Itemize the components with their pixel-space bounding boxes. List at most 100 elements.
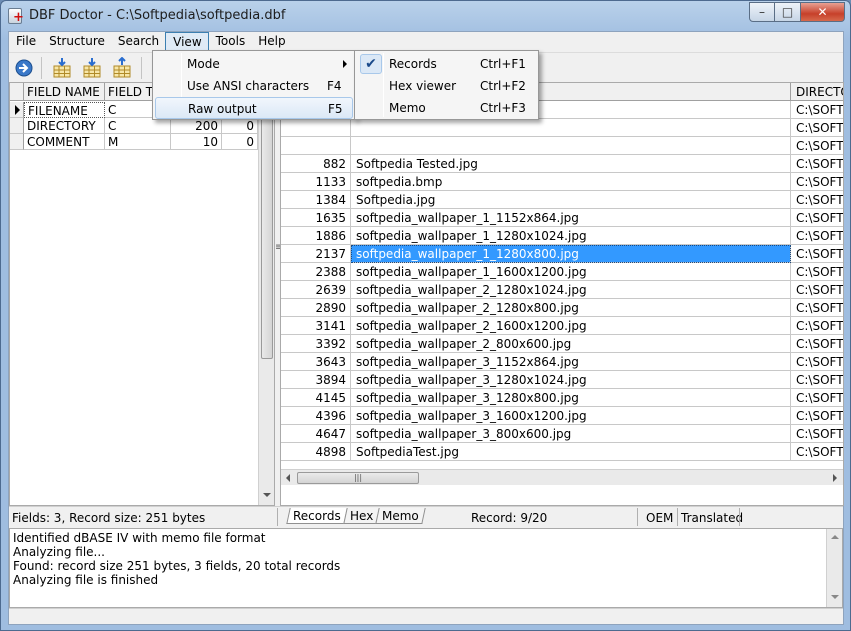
menu-tools[interactable]: Tools (209, 32, 252, 52)
close-button[interactable]: ✕ (801, 2, 845, 22)
cell-record-id[interactable]: 1133 (281, 173, 351, 191)
title-bar[interactable]: DBF Doctor - C:\Softpedia\softpedia.dbf … (1, 1, 850, 31)
cell-record-id[interactable]: 2639 (281, 281, 351, 299)
cell-filename[interactable]: softpedia_wallpaper_3_1280x800.jpg (351, 389, 791, 407)
cell-filename[interactable] (351, 137, 791, 155)
scroll-left-arrow-icon[interactable] (286, 474, 290, 482)
menu-item-raw-output[interactable]: Raw output F5 (155, 97, 353, 119)
log-vertical-scrollbar[interactable] (826, 529, 842, 607)
menu-help[interactable]: Help (251, 32, 291, 52)
cell-field-name[interactable]: FILENAME (24, 102, 105, 118)
cell-filename[interactable]: softpedia.bmp (351, 173, 791, 191)
menu-search[interactable]: Search (111, 32, 165, 52)
records-grid[interactable]: DIRECTO C:\SOFTPC:\SOFTPC:\SOFTP882Softp… (280, 82, 844, 506)
tab-memo[interactable]: Memo (375, 508, 426, 524)
cell-record-id[interactable]: 1635 (281, 209, 351, 227)
cell-filename[interactable]: Softpedia.jpg (351, 191, 791, 209)
cell-filename[interactable] (351, 119, 791, 137)
records-horizontal-scrollbar[interactable]: ||| (281, 469, 843, 485)
cell-field-name[interactable]: COMMENT (24, 134, 105, 150)
cell-record-id[interactable]: 1886 (281, 227, 351, 245)
cell-directory[interactable]: C:\SOFTP (791, 119, 843, 137)
scroll-down-arrow-icon[interactable] (263, 493, 271, 497)
menu-item-mode[interactable]: Mode (155, 53, 353, 75)
scroll-thumb-grip[interactable]: ||| (297, 472, 419, 484)
cell-directory[interactable]: C:\SOFTP (791, 443, 843, 461)
cell-filename[interactable]: softpedia_wallpaper_1_1600x1200.jpg (351, 263, 791, 281)
table-row[interactable]: DIRECTORY C 200 0 (10, 118, 258, 134)
cell-record-id[interactable] (281, 119, 351, 137)
cell-directory[interactable]: C:\SOFTP (791, 425, 843, 443)
cell-record-id[interactable]: 4647 (281, 425, 351, 443)
cell-filename[interactable]: softpedia_wallpaper_1_1152x864.jpg (351, 209, 791, 227)
cell-record-id[interactable]: 2388 (281, 263, 351, 281)
cell-directory[interactable]: C:\SOFTP (791, 371, 843, 389)
log-panel[interactable]: Identified dBASE IV with memo file forma… (9, 528, 843, 608)
cell-directory[interactable]: C:\SOFTP (791, 245, 843, 263)
scroll-down-arrow-icon[interactable] (831, 595, 839, 599)
cell-record-id[interactable]: 3392 (281, 335, 351, 353)
cell-filename[interactable]: softpedia_wallpaper_2_1600x1200.jpg (351, 317, 791, 335)
cell-filename[interactable]: softpedia_wallpaper_3_1280x1024.jpg (351, 371, 791, 389)
cell-filename[interactable]: softpedia_wallpaper_2_800x600.jpg (351, 335, 791, 353)
fields-vertical-scrollbar[interactable] (258, 83, 274, 505)
cell-filename[interactable]: softpedia_wallpaper_3_800x600.jpg (351, 425, 791, 443)
cell-record-id[interactable]: 2137 (281, 245, 351, 263)
minimize-button[interactable]: – (749, 2, 775, 22)
cell-directory[interactable]: C:\SOFTP (791, 155, 843, 173)
scroll-right-arrow-icon[interactable] (833, 474, 837, 482)
scroll-up-arrow-icon[interactable] (831, 535, 839, 539)
cell-directory[interactable]: C:\SOFTP (791, 389, 843, 407)
cell-directory[interactable]: C:\SOFTP (791, 263, 843, 281)
cell-record-id[interactable]: 2890 (281, 299, 351, 317)
cell-directory[interactable]: C:\SOFTP (791, 353, 843, 371)
cell-directory[interactable]: C:\SOFTP (791, 227, 843, 245)
cell-directory[interactable]: C:\SOFTP (791, 101, 843, 119)
cell-field-length[interactable]: 10 (171, 134, 222, 150)
cell-filename[interactable]: SoftpediaTest.jpg (351, 443, 791, 461)
header-field-name[interactable]: FIELD NAME (24, 83, 105, 101)
menu-item-records[interactable]: ✔ Records Ctrl+F1 (357, 53, 536, 75)
exit-button[interactable] (13, 57, 35, 79)
cell-record-id[interactable]: 1384 (281, 191, 351, 209)
delete-field-button[interactable] (111, 57, 133, 79)
cell-filename[interactable]: softpedia_wallpaper_3_1600x1200.jpg (351, 407, 791, 425)
menu-item-memo[interactable]: Memo Ctrl+F3 (357, 97, 536, 119)
header-directory[interactable]: DIRECTO (791, 83, 843, 101)
cell-directory[interactable]: C:\SOFTP (791, 191, 843, 209)
cell-directory[interactable]: C:\SOFTP (791, 299, 843, 317)
menu-view[interactable]: View (165, 32, 209, 52)
insert-field-button[interactable] (51, 57, 73, 79)
menu-item-use-ansi[interactable]: Use ANSI characters F4 (155, 75, 353, 97)
cell-directory[interactable]: C:\SOFTP (791, 209, 843, 227)
cell-field-type[interactable]: C (105, 118, 171, 134)
cell-filename[interactable]: softpedia_wallpaper_1_1280x1024.jpg (351, 227, 791, 245)
menu-item-hex-viewer[interactable]: Hex viewer Ctrl+F2 (357, 75, 536, 97)
fields-grid[interactable]: FIELD NAME FIELD TY FILENAME C DIRECTORY… (9, 82, 275, 506)
cell-directory[interactable]: C:\SOFTP (791, 137, 843, 155)
tab-records[interactable]: Records (286, 508, 348, 524)
menu-file[interactable]: File (9, 32, 42, 52)
cell-record-id[interactable]: 4898 (281, 443, 351, 461)
cell-field-decimals[interactable]: 0 (222, 118, 258, 134)
cell-record-id[interactable]: 3141 (281, 317, 351, 335)
cell-directory[interactable]: C:\SOFTP (791, 281, 843, 299)
cell-filename[interactable]: softpedia_wallpaper_2_1280x1024.jpg (351, 281, 791, 299)
cell-field-decimals[interactable]: 0 (222, 134, 258, 150)
cell-directory[interactable]: C:\SOFTP (791, 335, 843, 353)
cell-filename[interactable]: Softpedia Tested.jpg (351, 155, 791, 173)
add-field-button[interactable] (81, 57, 103, 79)
cell-record-id[interactable]: 3643 (281, 353, 351, 371)
cell-directory[interactable]: C:\SOFTP (791, 317, 843, 335)
cell-field-length[interactable]: 200 (171, 118, 222, 134)
maximize-button[interactable]: □ (775, 2, 801, 22)
tab-hex[interactable]: Hex (343, 508, 380, 524)
cell-field-type[interactable]: M (105, 134, 171, 150)
cell-filename[interactable]: softpedia_wallpaper_3_1152x864.jpg (351, 353, 791, 371)
cell-record-id[interactable]: 4396 (281, 407, 351, 425)
cell-record-id[interactable]: 3894 (281, 371, 351, 389)
cell-record-id[interactable]: 4145 (281, 389, 351, 407)
cell-directory[interactable]: C:\SOFTP (791, 173, 843, 191)
cell-filename[interactable]: softpedia_wallpaper_1_1280x800.jpg (351, 245, 791, 263)
table-row[interactable]: COMMENT M 10 0 (10, 134, 258, 150)
